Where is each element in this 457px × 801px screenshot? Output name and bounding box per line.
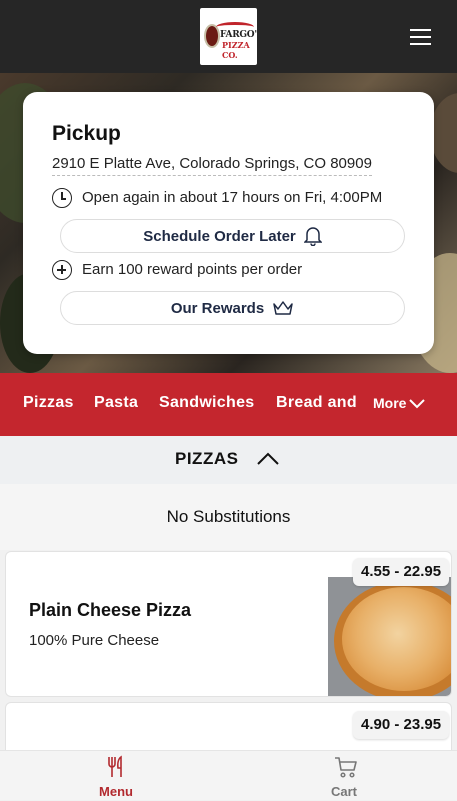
category-sandwiches[interactable]: Sandwiches [159,394,254,412]
schedule-order-later-button[interactable]: Schedule Order Later [60,219,405,253]
bottom-navigation: Menu Cart [0,750,457,800]
nav-cart[interactable]: Cart [284,751,404,801]
pizza-image [328,577,451,696]
section-subtitle: No Substitutions [0,484,457,550]
rewards-row: Earn 100 reward points per order [52,260,302,280]
clock-icon [52,188,72,208]
category-pizzas[interactable]: Pizzas [23,394,74,412]
menu-item-price: 4.90 - 23.95 [353,711,450,739]
category-bread[interactable]: Bread and [276,394,356,412]
fargos-pizza-logo[interactable]: FARGO'S PIZZA CO. [200,8,257,65]
category-nav-bar: Pizzas Pasta Sandwiches Bread and More [0,373,457,436]
hours-row: Open again in about 17 hours on Fri, 4:0… [52,188,382,208]
crown-icon [273,300,293,315]
logo-text-line2: PIZZA CO. [222,40,250,60]
category-pasta[interactable]: Pasta [94,394,138,412]
rewards-text: Earn 100 reward points per order [82,260,303,278]
menu-item-price: 4.55 - 22.95 [353,558,450,586]
hamburger-menu-icon[interactable] [405,22,435,52]
pickup-card: Pickup 2910 E Platte Ave, Colorado Sprin… [23,92,434,354]
menu-item-card[interactable]: Plain Cheese Pizza 100% Pure Cheese 4.55… [5,551,452,697]
schedule-button-label: Schedule Order Later [143,228,296,245]
our-rewards-button[interactable]: Our Rewards [60,291,405,325]
bell-icon [302,226,323,246]
menu-item-name: Plain Cheese Pizza [29,600,192,620]
top-bar: FARGO'S PIZZA CO. [0,0,457,73]
section-title: PIZZAS [175,449,239,468]
fork-knife-icon [108,755,122,777]
pickup-address[interactable]: 2910 E Platte Ave, Colorado Springs, CO … [52,155,372,176]
pickup-title: Pickup [52,122,121,145]
pizzas-section-header[interactable]: PIZZAS [0,436,457,484]
more-label: More [373,395,407,411]
rewards-button-label: Our Rewards [170,300,265,317]
cart-icon [335,757,357,778]
nav-cart-label: Cart [330,784,357,799]
nav-menu-label: Menu [99,784,133,799]
plus-circle-icon [52,260,72,280]
logo-text-line1: FARGO'S [220,30,257,40]
nav-menu[interactable]: Menu [56,751,176,801]
chevron-down-icon [409,399,426,409]
chevron-up-icon [257,452,279,465]
menu-item-description: 100% Pure Cheese [29,632,160,649]
more-categories-button[interactable]: More [373,395,426,411]
hours-text: Open again in about 17 hours on Fri, 4:0… [82,188,383,206]
